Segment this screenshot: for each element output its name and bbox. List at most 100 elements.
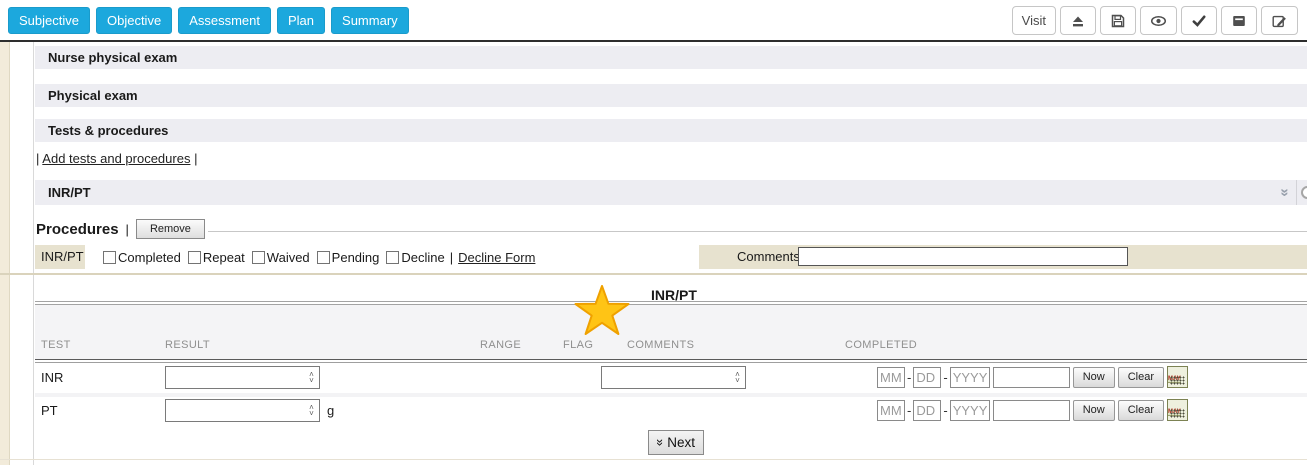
soap-tabs: Subjective Objective Assessment Plan Sum…	[8, 7, 409, 34]
pt-unit-label: g	[327, 403, 334, 418]
decline-label: Decline	[401, 250, 444, 265]
section-nurse-physical-exam[interactable]: Nurse physical exam	[35, 46, 1307, 69]
archive-icon	[1231, 13, 1247, 29]
inr-year-input[interactable]	[950, 367, 990, 388]
inr-now-button[interactable]: Now	[1073, 367, 1115, 388]
pt-year-input[interactable]	[950, 400, 990, 421]
row-separator	[35, 393, 1307, 397]
toolbar: Visit	[1012, 6, 1298, 35]
test-name-inr: INR	[41, 370, 63, 385]
decline-form-link[interactable]: Decline Form	[458, 250, 535, 265]
calendar-grid	[1170, 409, 1185, 418]
add-tests-link[interactable]: Add tests and procedures	[42, 151, 190, 166]
pt-day-input[interactable]	[913, 400, 941, 421]
test-name-pt: PT	[41, 403, 58, 418]
section-rule	[0, 273, 1307, 275]
repeat-checkbox[interactable]	[188, 251, 201, 264]
chevron-double-down-icon[interactable]: »	[1281, 180, 1289, 205]
inr-clear-button[interactable]: Clear	[1118, 367, 1164, 388]
pending-label: Pending	[332, 250, 380, 265]
pipe-left: |	[36, 151, 39, 166]
status-completed: Completed	[103, 250, 181, 265]
spinner-arrows-icon[interactable]: ˄˅	[304, 405, 319, 417]
inr-comments-input[interactable]	[602, 367, 730, 388]
status-repeat: Repeat	[181, 250, 245, 265]
waived-label: Waived	[267, 250, 310, 265]
inr-day-input[interactable]	[913, 367, 941, 388]
save-button[interactable]	[1100, 6, 1136, 35]
pt-result-input[interactable]	[166, 400, 304, 421]
ehr-encounter-page: Subjective Objective Assessment Plan Sum…	[0, 0, 1307, 465]
calendar-grid	[1170, 376, 1185, 385]
spinner-arrows-icon[interactable]: ˄˅	[304, 372, 319, 384]
clipped-circle-icon	[1301, 186, 1307, 199]
col-header-result: RESULT	[165, 339, 210, 351]
waived-checkbox[interactable]	[252, 251, 265, 264]
calendar-icon[interactable]: MAY	[1167, 399, 1188, 421]
next-label: Next	[667, 435, 695, 450]
horizontal-rule	[208, 231, 1307, 232]
next-button[interactable]: »Next	[648, 430, 704, 455]
date-separator: -	[943, 370, 947, 385]
bottom-rule	[0, 459, 1307, 460]
remove-button[interactable]: Remove	[136, 219, 205, 239]
status-waived: Waived	[245, 250, 310, 265]
inr-time-input[interactable]	[993, 367, 1070, 388]
inr-completed-widget: - - Now Clear MAY	[877, 366, 1188, 388]
col-header-range: RANGE	[480, 339, 521, 351]
pipe-right: |	[194, 151, 197, 166]
tab-summary[interactable]: Summary	[331, 7, 409, 34]
calendar-icon[interactable]: MAY	[1167, 366, 1188, 388]
date-separator: -	[907, 403, 911, 418]
col-header-test: TEST	[41, 339, 71, 351]
pt-completed-widget: - - Now Clear MAY	[877, 399, 1188, 421]
eject-button[interactable]	[1060, 6, 1096, 35]
inr-result-spinner: ˄˅	[165, 366, 320, 389]
left-margin-strip	[0, 42, 10, 465]
section-tests-procedures[interactable]: Tests & procedures	[35, 119, 1307, 142]
tab-assessment[interactable]: Assessment	[178, 7, 271, 34]
spinner-arrows-icon[interactable]: ˄˅	[730, 372, 745, 384]
completed-checkbox[interactable]	[103, 251, 116, 264]
section-inr-pt[interactable]: INR/PT »	[35, 180, 1307, 205]
separator: |	[450, 250, 453, 265]
visit-button[interactable]: Visit	[1012, 6, 1056, 35]
pending-checkbox[interactable]	[317, 251, 330, 264]
pt-month-input[interactable]	[877, 400, 905, 421]
comments-label: Comments	[737, 245, 800, 269]
pt-result-spinner: ˄˅	[165, 399, 320, 422]
pt-time-input[interactable]	[993, 400, 1070, 421]
status-decline: Decline	[379, 250, 444, 265]
confirm-button[interactable]	[1181, 6, 1217, 35]
repeat-label: Repeat	[203, 250, 245, 265]
tab-subjective[interactable]: Subjective	[8, 7, 90, 34]
chevron-double-down-icon: »	[653, 439, 668, 446]
procedure-comments-input[interactable]	[798, 247, 1128, 266]
tab-objective[interactable]: Objective	[96, 7, 172, 34]
eye-icon	[1150, 13, 1167, 29]
tab-plan[interactable]: Plan	[277, 7, 325, 34]
status-pending: Pending	[310, 250, 380, 265]
content-left-border	[33, 42, 34, 465]
preview-button[interactable]	[1140, 6, 1177, 35]
separator: |	[126, 222, 129, 237]
toolbar-divider	[0, 40, 1307, 42]
procedure-status-row: INR/PT Completed Repeat Waived Pending D…	[35, 245, 1307, 269]
pt-clear-button[interactable]: Clear	[1118, 400, 1164, 421]
procedure-name: INR/PT	[41, 245, 84, 269]
archive-button[interactable]	[1221, 6, 1257, 35]
pt-now-button[interactable]: Now	[1073, 400, 1115, 421]
decline-checkbox[interactable]	[386, 251, 399, 264]
gold-star-icon	[573, 284, 631, 336]
procedures-header: Procedures | Remove	[36, 219, 205, 239]
procedures-title: Procedures	[36, 221, 119, 238]
inr-month-input[interactable]	[877, 367, 905, 388]
save-icon	[1110, 13, 1126, 29]
results-panel-title: INR/PT	[651, 287, 697, 303]
edit-note-button[interactable]	[1261, 6, 1298, 35]
section-physical-exam[interactable]: Physical exam	[35, 84, 1307, 107]
add-tests-row: | Add tests and procedures |	[36, 151, 197, 166]
inr-comments-spinner: ˄˅	[601, 366, 746, 389]
inr-result-input[interactable]	[166, 367, 304, 388]
bar-divider	[1296, 180, 1297, 205]
